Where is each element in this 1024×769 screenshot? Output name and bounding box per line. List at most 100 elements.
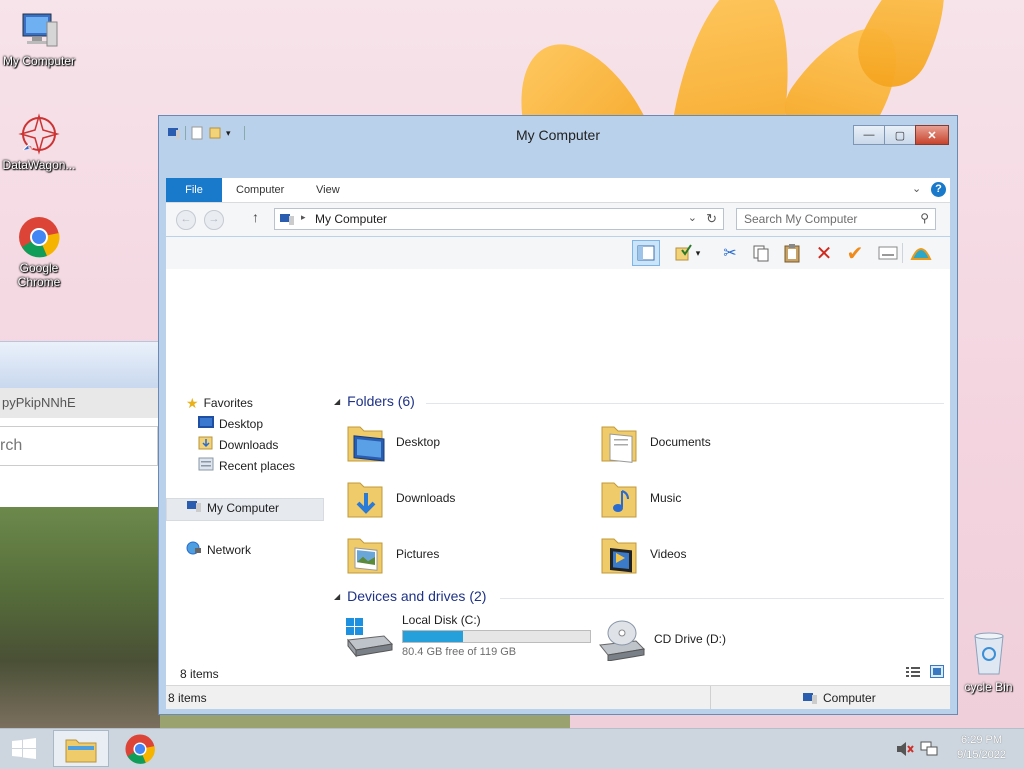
clock[interactable]: 6:29 PM 9/15/2022 xyxy=(957,733,1006,763)
refresh-icon[interactable]: ↻ xyxy=(706,211,717,227)
wallpaper-photo xyxy=(0,505,160,728)
windows-logo-icon xyxy=(12,737,36,759)
nav-my-computer[interactable]: My Computer xyxy=(186,499,279,517)
expand-ribbon-icon[interactable]: ⌄ xyxy=(912,182,921,195)
status-zone: Computer xyxy=(823,691,876,705)
collapse-triangle-icon: ◢ xyxy=(334,591,341,601)
drive-usage-bar xyxy=(402,630,591,643)
folder-item-documents[interactable]: Documents xyxy=(600,419,711,465)
desktop-small-icon xyxy=(198,415,214,433)
desktop-icon-recycle-bin[interactable]: cycle Bin xyxy=(953,630,1024,694)
copy-icon[interactable] xyxy=(749,242,773,264)
computer-icon xyxy=(17,8,61,52)
rename-check-icon[interactable]: ✔ xyxy=(843,242,867,265)
background-window-search[interactable]: rch xyxy=(0,426,158,466)
address-path: My Computer xyxy=(315,212,388,226)
music-folder-icon xyxy=(600,475,640,521)
properties-dropdown-icon[interactable]: ▾ xyxy=(692,242,704,264)
navigation-bar: ← → ↑ ▸ My Computer ⌄ ↻ Search My Comput… xyxy=(166,203,950,236)
minimize-button[interactable]: — xyxy=(853,125,885,145)
window-titlebar[interactable]: ▾ My Computer — ▢ ✕ xyxy=(159,116,957,162)
desktop-icon-chrome[interactable]: Google Chrome xyxy=(0,215,78,289)
nav-recent-places[interactable]: Recent places xyxy=(198,457,295,475)
recent-places-icon xyxy=(198,457,214,476)
breadcrumb-arrow-icon[interactable]: ▸ xyxy=(301,212,306,223)
shell-icon[interactable] xyxy=(909,242,933,264)
folder-item-downloads[interactable]: Downloads xyxy=(346,475,455,521)
search-box[interactable]: Search My Computer ⚲ xyxy=(736,208,936,230)
downloads-small-icon xyxy=(198,436,214,455)
up-button[interactable]: ↑ xyxy=(252,209,259,225)
close-button[interactable]: ✕ xyxy=(915,125,949,145)
details-view-icon[interactable] xyxy=(906,666,920,681)
background-browser-window[interactable]: pyPkipNNhE rch xyxy=(0,341,158,507)
nav-desktop-label: Desktop xyxy=(219,417,264,431)
folder-name: Downloads xyxy=(396,491,456,505)
paste-icon[interactable] xyxy=(780,242,804,264)
folder-item-videos[interactable]: Videos xyxy=(600,531,686,577)
tab-view[interactable]: View xyxy=(316,178,340,202)
downloads-folder-icon xyxy=(346,475,386,521)
large-icons-view-icon[interactable] xyxy=(930,665,944,681)
item-count: 8 items xyxy=(180,667,219,681)
tab-file[interactable]: File xyxy=(166,178,222,202)
drive-name: Local Disk (C:) xyxy=(402,613,481,627)
drive-item-local-disk[interactable]: Local Disk (C:) 80.4 GB free of 119 GB xyxy=(344,613,591,658)
window-title: My Computer xyxy=(515,127,601,143)
taskbar-chrome-button[interactable] xyxy=(112,730,168,767)
hard-drive-icon xyxy=(344,614,394,658)
volume-muted-icon[interactable] xyxy=(896,741,914,760)
tab-computer[interactable]: Computer xyxy=(236,178,284,202)
drive-item-cd-drive[interactable]: CD Drive (D:) xyxy=(596,617,726,662)
explorer-window[interactable]: ▾ My Computer — ▢ ✕ File Computer View ⌄… xyxy=(158,115,958,715)
nav-network-label: Network xyxy=(207,543,252,557)
search-icon[interactable]: ⚲ xyxy=(920,211,929,225)
background-window-tab[interactable]: pyPkipNNhE xyxy=(0,388,158,418)
star-icon: ★ xyxy=(186,395,199,411)
nav-favorites[interactable]: ★ Favorites xyxy=(186,394,253,412)
nav-desktop[interactable]: Desktop xyxy=(198,415,263,433)
desktop-icon-my-computer[interactable]: My Computer xyxy=(0,8,78,68)
navigation-pane-icon[interactable] xyxy=(632,240,660,266)
section-divider xyxy=(500,598,944,599)
folder-item-desktop[interactable]: Desktop xyxy=(346,419,440,465)
delete-icon[interactable]: ✕ xyxy=(812,242,836,265)
nav-network[interactable]: Network xyxy=(186,541,251,559)
taskbar-explorer-button[interactable] xyxy=(53,730,109,767)
separator xyxy=(902,243,903,263)
search-input[interactable]: Search My Computer xyxy=(744,212,857,226)
folder-item-music[interactable]: Music xyxy=(600,475,681,521)
back-button[interactable]: ← xyxy=(176,210,196,230)
devices-section-header[interactable]: ◢ Devices and drives (2) xyxy=(334,588,486,604)
status-bar: 8 items Computer xyxy=(166,685,950,709)
drive-details: Local Disk (C:) 80.4 GB free of 119 GB xyxy=(402,613,591,658)
nav-recent-places-label: Recent places xyxy=(219,459,296,473)
network-icon xyxy=(186,541,202,560)
nav-downloads[interactable]: Downloads xyxy=(198,436,278,454)
address-bar[interactable]: ▸ My Computer ⌄ ↻ xyxy=(274,208,724,230)
desktop-icon-datawagon[interactable]: DataWagon... xyxy=(0,112,78,172)
nav-downloads-label: Downloads xyxy=(219,438,279,452)
maximize-button[interactable]: ▢ xyxy=(884,125,916,145)
clock-time: 6:29 PM xyxy=(961,734,1003,746)
address-dropdown-icon[interactable]: ⌄ xyxy=(688,211,697,224)
folder-item-pictures[interactable]: Pictures xyxy=(346,531,439,577)
network-tray-icon[interactable] xyxy=(920,741,938,760)
folder-name: Videos xyxy=(650,547,687,561)
datawagon-icon xyxy=(17,112,61,156)
cut-icon[interactable]: ✂ xyxy=(718,242,742,264)
folders-section-header[interactable]: ◢ Folders (6) xyxy=(334,393,415,409)
window-controls: — ▢ ✕ xyxy=(853,125,949,145)
forward-button[interactable]: → xyxy=(204,210,224,230)
help-icon[interactable]: ? xyxy=(931,182,946,197)
desktop-folder-icon xyxy=(346,419,386,465)
recycle-bin-icon xyxy=(969,630,1009,676)
start-button[interactable] xyxy=(0,730,48,767)
collapse-triangle-icon: ◢ xyxy=(334,396,341,406)
documents-folder-icon xyxy=(600,419,640,465)
videos-folder-icon xyxy=(600,531,640,577)
toolbar: ▾ ✂ ✕ ✔ xyxy=(166,237,950,270)
file-explorer-icon xyxy=(65,739,97,762)
cd-drive-icon xyxy=(596,617,646,662)
properties-sheet-icon[interactable] xyxy=(876,242,900,264)
